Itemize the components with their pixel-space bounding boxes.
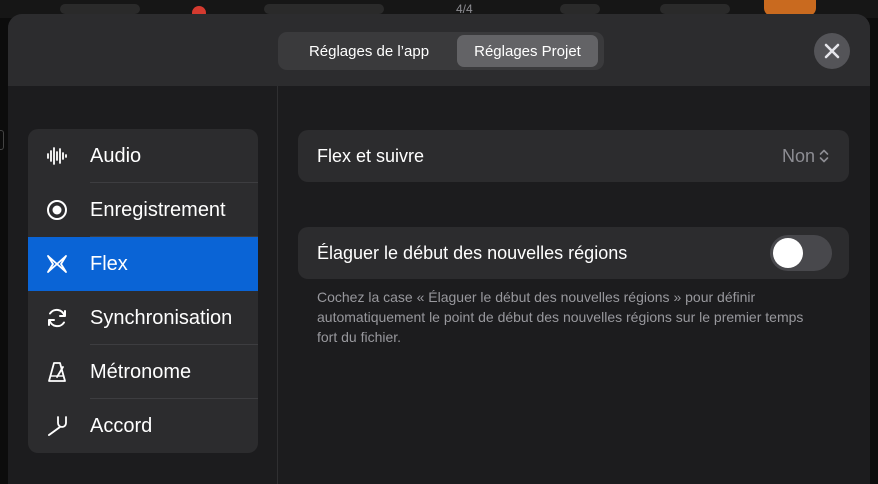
segment-app-settings[interactable]: Réglages de l’app: [281, 35, 457, 67]
settings-sidebar: Audio Enregistrement Flex Synchronisatio…: [28, 129, 258, 453]
sidebar-item-label: Flex: [90, 253, 128, 275]
sidebar-item-enregistrement[interactable]: Enregistrement: [28, 183, 258, 237]
sync-icon: [48, 308, 66, 328]
sidebar-item-audio[interactable]: Audio: [28, 129, 258, 183]
sidebar-item-label: Enregistrement: [90, 199, 226, 221]
sidebar-item-label: Accord: [90, 415, 153, 437]
metronome-icon: [48, 362, 66, 382]
close-button[interactable]: [814, 33, 850, 69]
background-edge: [0, 130, 4, 150]
waveform-icon: [47, 147, 67, 165]
flex-follow-popup[interactable]: Non: [782, 130, 829, 182]
segment-project-settings[interactable]: Réglages Projet: [457, 35, 598, 67]
flex-follow-row[interactable]: Flex et suivre Non: [298, 130, 849, 182]
pane-divider: [277, 86, 278, 484]
trim-start-label: Élaguer le début des nouvelles régions: [317, 243, 628, 263]
flex-follow-value: Non: [781, 146, 815, 166]
chevron-up-down-icon: [819, 149, 829, 163]
sidebar-item-label: Audio: [90, 145, 142, 167]
toggle-knob: [773, 238, 803, 268]
settings-segmented-control: Réglages de l’app Réglages Projet: [278, 32, 604, 70]
tuning-fork-icon: [48, 416, 67, 436]
sidebar-item-accord[interactable]: Accord: [28, 399, 258, 453]
trim-start-toggle[interactable]: [770, 235, 832, 271]
close-icon: [824, 43, 840, 59]
flex-icon: [47, 255, 67, 273]
flex-follow-label: Flex et suivre: [317, 146, 425, 166]
sheet-header: Réglages de l’app Réglages Projet: [8, 14, 870, 86]
sidebar-item-flex[interactable]: Flex: [28, 237, 258, 291]
sidebar-item-synchronisation[interactable]: Synchronisation: [28, 291, 258, 345]
sidebar-item-label: Métronome: [90, 361, 192, 383]
sidebar-item-label: Synchronisation: [90, 307, 233, 329]
sidebar-item-metronome[interactable]: Métronome: [28, 345, 258, 399]
trim-start-help-text: Cochez la case « Élaguer le début des no…: [317, 289, 804, 345]
trim-start-row: Élaguer le début des nouvelles régions: [298, 227, 849, 279]
record-icon: [47, 200, 67, 220]
